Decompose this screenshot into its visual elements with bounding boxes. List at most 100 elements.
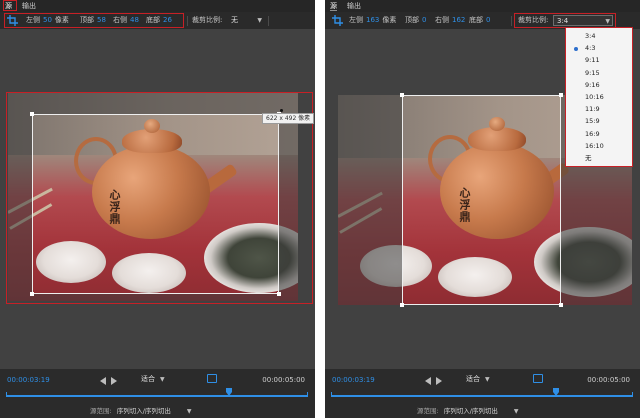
left-field[interactable]: 左侧 50 像素 <box>26 16 69 25</box>
right-label: 右侧 <box>113 16 127 24</box>
right-field[interactable]: 右侧 162 <box>435 16 465 25</box>
tab-source[interactable]: 源 <box>325 0 342 12</box>
tab-source-label: 源 <box>330 2 337 11</box>
ratio-option-label: 15:9 <box>585 117 600 126</box>
zoom-fit-select[interactable]: 适合 ▼ <box>141 374 165 385</box>
zoom-fit-label: 适合 <box>466 375 480 383</box>
ratio-option[interactable]: 无 <box>566 153 632 164</box>
top-label: 顶部 <box>405 16 419 24</box>
tab-output-label: 输出 <box>22 2 36 10</box>
source-range-value: 序列切入/序列切出 <box>116 407 171 415</box>
top-value[interactable]: 0 <box>422 16 426 24</box>
tab-source-highlight <box>3 0 17 11</box>
chevron-down-icon: ▼ <box>605 18 610 25</box>
size-tooltip: 622 x 492 像素 <box>262 113 315 124</box>
top-field[interactable]: 顶部 0 <box>405 16 426 25</box>
ratio-option-label: 3:4 <box>585 32 596 40</box>
chevron-down-icon: ▼ <box>186 408 192 415</box>
ratio-label: 裁剪比例: <box>192 16 222 25</box>
crop-icon[interactable] <box>332 15 343 26</box>
export-frame-icon[interactable] <box>533 374 543 383</box>
ratio-option[interactable]: 15:9 <box>566 116 632 127</box>
crop-handle-top-right[interactable] <box>559 93 563 97</box>
mark-in-icon[interactable] <box>425 377 431 385</box>
tab-output[interactable]: 输出 <box>17 0 41 12</box>
right-value[interactable]: 162 <box>452 16 465 24</box>
ratio-option[interactable]: 9:11 <box>566 55 632 66</box>
ratio-option[interactable]: 3:4 <box>566 31 632 42</box>
chevron-down-icon: ▼ <box>485 376 490 383</box>
left-value[interactable]: 50 <box>43 16 52 24</box>
chevron-down-icon: ▼ <box>160 376 165 383</box>
right-field[interactable]: 右侧 48 <box>113 16 139 25</box>
crop-handle-bottom-right[interactable] <box>559 303 563 307</box>
playhead-icon[interactable] <box>553 388 559 396</box>
ratio-option-label: 11:9 <box>585 105 600 114</box>
duration-timecode: 00:00:05:00 <box>262 376 305 384</box>
scrub-bar[interactable] <box>6 395 308 397</box>
current-timecode[interactable]: 00:00:03:19 <box>7 376 50 385</box>
program-viewer[interactable]: 心浮鼎 622 x 492 像素 <box>0 29 315 369</box>
ratio-option-label: 4:3 <box>585 44 596 53</box>
source-range-value: 序列切入/序列切出 <box>443 407 498 415</box>
ratio-select-value: 无 <box>231 16 238 24</box>
top-value[interactable]: 58 <box>97 16 106 24</box>
mark-out-icon[interactable] <box>111 377 117 385</box>
right-label: 右侧 <box>435 16 449 24</box>
toolbar-separator <box>187 16 188 26</box>
screenshot-root: 源 输出 左侧 50 像素 顶部 58 右侧 48 底部 26 裁剪比例: 无 ▼ <box>0 0 640 418</box>
toolbar-separator <box>511 16 512 26</box>
ratio-option-label: 16:10 <box>585 141 604 150</box>
right-panel: 源 输出 左侧 163 像素 顶部 0 右侧 162 底部 0 裁剪比例: 3:4 ▼ <box>325 0 640 418</box>
bottom-field[interactable]: 底部 0 <box>469 16 490 25</box>
ratio-select-value: 3:4 <box>557 17 569 25</box>
playback-controls: 00:00:03:19 适合 ▼ 00:00:05:00 源范围: 序列切入/序列切… <box>325 369 640 418</box>
left-label: 左侧 <box>349 16 363 24</box>
ratio-option-label: 10:16 <box>585 93 604 101</box>
ratio-option-label: 9:15 <box>585 68 600 77</box>
left-value[interactable]: 163 <box>366 16 379 24</box>
crop-handle-top-left[interactable] <box>400 93 404 97</box>
ratio-option[interactable]: 4:3 <box>566 43 632 54</box>
export-frame-icon[interactable] <box>207 374 217 383</box>
left-unit: 像素 <box>54 16 69 24</box>
ratio-select[interactable]: 无 ▼ <box>228 15 264 26</box>
mark-in-icon[interactable] <box>100 377 106 385</box>
crop-frame[interactable] <box>402 95 561 305</box>
toolbar-separator <box>268 16 269 26</box>
ratio-option[interactable]: 9:15 <box>566 68 632 79</box>
top-field[interactable]: 顶部 58 <box>80 16 106 25</box>
left-field[interactable]: 左侧 163 像素 <box>349 16 396 25</box>
source-range[interactable]: 源范围: 序列切入/序列切出 ▼ <box>90 407 192 416</box>
left-panel: 源 输出 左侧 50 像素 顶部 58 右侧 48 底部 26 裁剪比例: 无 ▼ <box>0 0 315 418</box>
tab-output[interactable]: 输出 <box>342 0 366 12</box>
ratio-dropdown: 3:4 4:3 9:11 9:15 9:16 10:16 11:9 15:9 16:9 16:10… <box>565 27 633 167</box>
bottom-field[interactable]: 底部 26 <box>146 16 172 25</box>
left-label: 左侧 <box>26 16 40 24</box>
playback-controls: 00:00:03:19 适合 ▼ 00:00:05:00 源范围: 序列切入/序列切… <box>0 369 315 418</box>
ratio-option[interactable]: 16:10 <box>566 141 632 152</box>
mark-out-icon[interactable] <box>436 377 442 385</box>
source-range-label: 源范围: <box>90 407 112 415</box>
ratio-option[interactable]: 11:9 <box>566 104 632 115</box>
zoom-fit-select[interactable]: 适合 ▼ <box>466 374 490 385</box>
ratio-option[interactable]: 10:16 <box>566 92 632 103</box>
cursor-icon <box>280 109 283 112</box>
duration-timecode: 00:00:05:00 <box>587 376 630 384</box>
ratio-option-label: 无 <box>585 154 592 162</box>
right-value[interactable]: 48 <box>130 16 139 24</box>
bottom-value[interactable]: 0 <box>486 16 490 24</box>
source-range[interactable]: 源范围: 序列切入/序列切出 ▼ <box>417 407 519 416</box>
playhead-icon[interactable] <box>226 388 232 396</box>
ratio-option-label: 9:11 <box>585 56 600 65</box>
ratio-option[interactable]: 16:9 <box>566 129 632 140</box>
scrub-bar[interactable] <box>331 395 633 397</box>
source-range-label: 源范围: <box>417 407 439 415</box>
crop-toolbar: 左侧 50 像素 顶部 58 右侧 48 底部 26 裁剪比例: 无 ▼ <box>0 12 315 30</box>
ratio-option[interactable]: 9:16 <box>566 80 632 91</box>
current-timecode[interactable]: 00:00:03:19 <box>332 376 375 385</box>
bottom-value[interactable]: 26 <box>163 16 172 24</box>
crop-handle-bottom-left[interactable] <box>400 303 404 307</box>
chevron-down-icon: ▼ <box>513 408 519 415</box>
ratio-select[interactable]: 3:4 ▼ <box>553 15 613 26</box>
